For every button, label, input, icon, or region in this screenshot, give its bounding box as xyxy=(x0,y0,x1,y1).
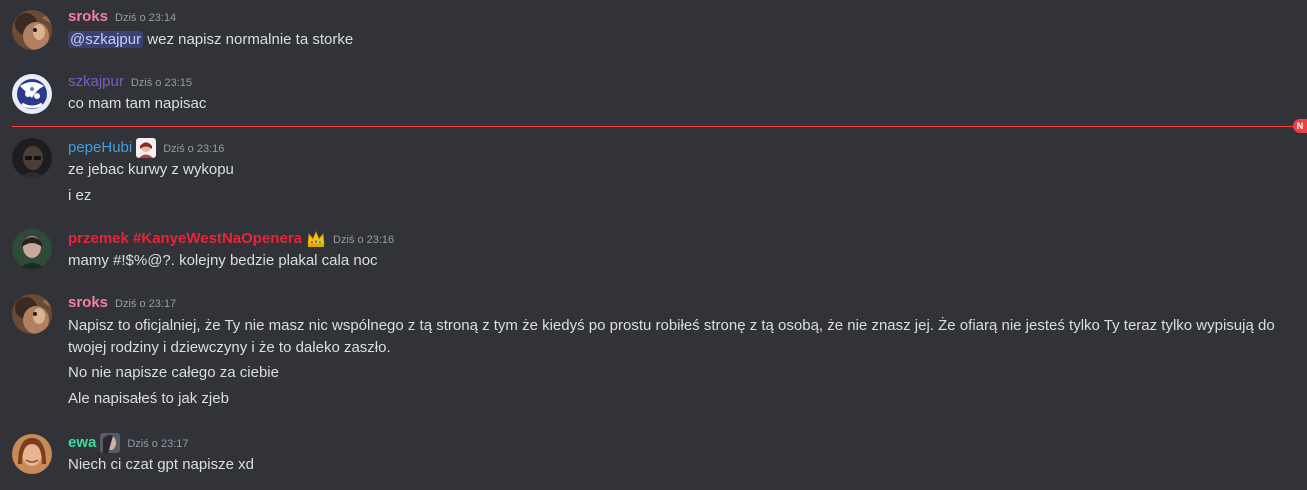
message-header: ewa Dziś o 23:17 xyxy=(68,433,189,453)
timestamp[interactable]: Dziś o 23:16 xyxy=(333,230,394,250)
avatar[interactable] xyxy=(12,10,52,50)
avatar[interactable] xyxy=(12,229,52,269)
timestamp[interactable]: Dziś o 23:17 xyxy=(127,434,188,454)
message-header: pepeHubi Dziś o 23:16 xyxy=(68,138,224,158)
message-header: szkajpur Dziś o 23:15 xyxy=(68,72,192,92)
new-messages-divider xyxy=(12,126,1295,127)
message-text: twojej rodziny i dziewczyny i że to dale… xyxy=(68,339,391,356)
user-mention[interactable]: @szkajpur xyxy=(68,31,144,48)
username[interactable]: sroks xyxy=(68,7,108,27)
crown-icon xyxy=(306,229,326,249)
message-text: wez napisz normalnie ta storke xyxy=(147,31,354,48)
message-text: No nie napisze całego za ciebie xyxy=(68,364,279,381)
avatar[interactable] xyxy=(12,138,52,178)
message-text: Ale napisałeś to jak zjeb xyxy=(68,390,229,407)
message-header: przemek #KanyeWestNaOpenera Dziś o 23:16 xyxy=(68,229,394,249)
message-text: ze jebac kurwy z wykopu xyxy=(68,161,234,178)
timestamp[interactable]: Dziś o 23:17 xyxy=(115,294,176,314)
username[interactable]: sroks xyxy=(68,293,108,313)
role-icon xyxy=(136,138,157,158)
message-content: @szkajpur wez napisz normalnie ta storke xyxy=(68,29,353,51)
username[interactable]: ewa xyxy=(68,433,96,453)
avatar[interactable] xyxy=(12,294,52,334)
new-messages-badge: N xyxy=(1293,119,1307,133)
message-text: mamy #!$%@?. kolejny bedzie plakal cala … xyxy=(68,252,378,269)
chat-message-list: sroks Dziś o 23:14 @szkajpur wez napisz … xyxy=(0,0,1307,490)
avatar[interactable] xyxy=(12,74,52,114)
message-text: co mam tam napisac xyxy=(68,95,207,112)
role-icon xyxy=(100,433,121,453)
message-text: i ez xyxy=(68,187,92,204)
message-header: sroks Dziś o 23:14 xyxy=(68,7,176,27)
timestamp[interactable]: Dziś o 23:14 xyxy=(115,8,176,28)
timestamp[interactable]: Dziś o 23:16 xyxy=(163,139,224,159)
avatar[interactable] xyxy=(12,434,52,474)
username[interactable]: pepeHubi xyxy=(68,138,132,158)
message-text: Napisz to oficjalniej, że Ty nie masz ni… xyxy=(68,317,1275,334)
timestamp[interactable]: Dziś o 23:15 xyxy=(131,73,192,93)
username[interactable]: przemek #KanyeWestNaOpenera xyxy=(68,229,302,249)
message-header: sroks Dziś o 23:17 xyxy=(68,293,176,313)
message-text: Niech ci czat gpt napisze xd xyxy=(68,456,254,473)
username[interactable]: szkajpur xyxy=(68,72,124,92)
